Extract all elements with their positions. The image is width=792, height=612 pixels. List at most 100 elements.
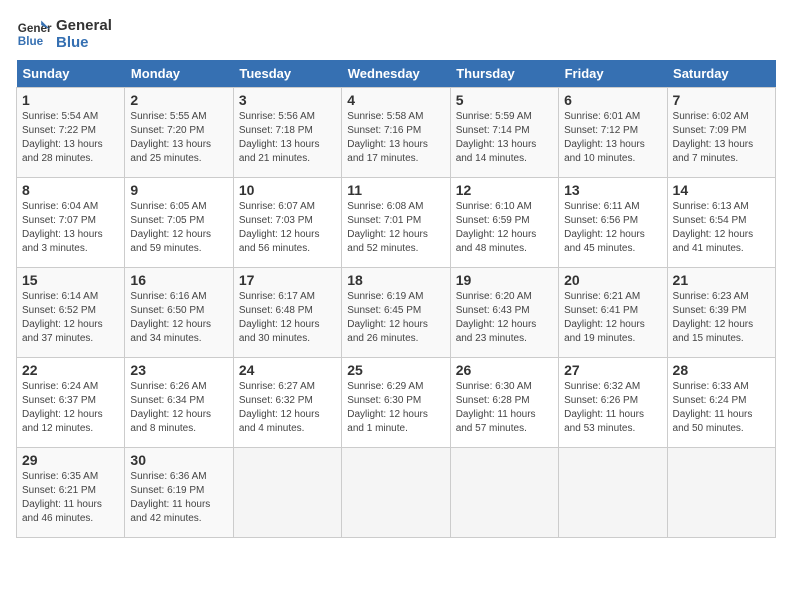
day-number: 5 <box>456 92 553 108</box>
day-number: 15 <box>22 272 119 288</box>
table-row <box>450 448 558 538</box>
logo-icon: General Blue <box>16 16 52 52</box>
day-number: 20 <box>564 272 661 288</box>
header-sunday: Sunday <box>17 60 125 88</box>
day-number: 14 <box>673 182 770 198</box>
day-number: 4 <box>347 92 444 108</box>
day-info: Sunrise: 5:54 AMSunset: 7:22 PMDaylight:… <box>22 110 119 166</box>
table-row <box>342 448 450 538</box>
day-info: Sunrise: 6:04 AMSunset: 7:07 PMDaylight:… <box>22 200 119 256</box>
day-number: 18 <box>347 272 444 288</box>
day-info: Sunrise: 6:26 AMSunset: 6:34 PMDaylight:… <box>130 380 227 436</box>
day-info: Sunrise: 6:30 AMSunset: 6:28 PMDaylight:… <box>456 380 553 436</box>
table-row: 11Sunrise: 6:08 AMSunset: 7:01 PMDayligh… <box>342 178 450 268</box>
day-info: Sunrise: 6:16 AMSunset: 6:50 PMDaylight:… <box>130 290 227 346</box>
table-row: 12 Sunrise: 6:10 AMSunset: 6:59 PMDayligh… <box>450 178 558 268</box>
calendar-week-row: 1 Sunrise: 5:54 AMSunset: 7:22 PMDaylight… <box>17 88 776 178</box>
table-row: 10 Sunrise: 6:07 AMSunset: 7:03 PMDayligh… <box>233 178 341 268</box>
table-row: 16Sunrise: 6:16 AMSunset: 6:50 PMDayligh… <box>125 268 233 358</box>
day-info: Sunrise: 6:23 AMSunset: 6:39 PMDaylight:… <box>673 290 770 346</box>
day-number: 8 <box>22 182 119 198</box>
day-info: Sunrise: 6:02 AMSunset: 7:09 PMDaylight:… <box>673 110 770 166</box>
day-info: Sunrise: 6:17 AMSunset: 6:48 PMDaylight:… <box>239 290 336 346</box>
day-info: Sunrise: 6:19 AMSunset: 6:45 PMDaylight:… <box>347 290 444 346</box>
day-number: 19 <box>456 272 553 288</box>
table-row: 7 Sunrise: 6:02 AMSunset: 7:09 PMDaylight… <box>667 88 775 178</box>
day-info: Sunrise: 6:11 AMSunset: 6:56 PMDaylight:… <box>564 200 661 256</box>
table-row: 14 Sunrise: 6:13 AMSunset: 6:54 PMDayligh… <box>667 178 775 268</box>
table-row: 25 Sunrise: 6:29 AMSunset: 6:30 PMDayligh… <box>342 358 450 448</box>
table-row: 18 Sunrise: 6:19 AMSunset: 6:45 PMDayligh… <box>342 268 450 358</box>
day-number: 10 <box>239 182 336 198</box>
table-row: 30 Sunrise: 6:36 AMSunset: 6:19 PMDayligh… <box>125 448 233 538</box>
day-info: Sunrise: 6:13 AMSunset: 6:54 PMDaylight:… <box>673 200 770 256</box>
day-info: Sunrise: 6:24 AMSunset: 6:37 PMDaylight:… <box>22 380 119 436</box>
table-row: 13 Sunrise: 6:11 AMSunset: 6:56 PMDayligh… <box>559 178 667 268</box>
day-info: Sunrise: 6:32 AMSunset: 6:26 PMDaylight:… <box>564 380 661 436</box>
table-row: 1 Sunrise: 5:54 AMSunset: 7:22 PMDaylight… <box>17 88 125 178</box>
day-info: Sunrise: 5:56 AMSunset: 7:18 PMDaylight:… <box>239 110 336 166</box>
day-info: Sunrise: 6:36 AMSunset: 6:19 PMDaylight:… <box>130 470 227 526</box>
table-row <box>667 448 775 538</box>
day-info: Sunrise: 5:58 AMSunset: 7:16 PMDaylight:… <box>347 110 444 166</box>
day-number: 24 <box>239 362 336 378</box>
table-row: 5 Sunrise: 5:59 AMSunset: 7:14 PMDaylight… <box>450 88 558 178</box>
day-number: 30 <box>130 452 227 468</box>
table-row: 17Sunrise: 6:17 AMSunset: 6:48 PMDayligh… <box>233 268 341 358</box>
calendar-table: Sunday Monday Tuesday Wednesday Thursday… <box>16 60 776 538</box>
day-number: 21 <box>673 272 770 288</box>
day-number: 7 <box>673 92 770 108</box>
header-wednesday: Wednesday <box>342 60 450 88</box>
table-row: 23 Sunrise: 6:26 AMSunset: 6:34 PMDayligh… <box>125 358 233 448</box>
table-row: 19 Sunrise: 6:20 AMSunset: 6:43 PMDayligh… <box>450 268 558 358</box>
day-number: 1 <box>22 92 119 108</box>
logo: General Blue General Blue <box>16 16 112 52</box>
calendar-header-row: Sunday Monday Tuesday Wednesday Thursday… <box>17 60 776 88</box>
table-row: 28Sunrise: 6:33 AMSunset: 6:24 PMDayligh… <box>667 358 775 448</box>
calendar-week-row: 15 Sunrise: 6:14 AMSunset: 6:52 PMDayligh… <box>17 268 776 358</box>
header-monday: Monday <box>125 60 233 88</box>
day-info: Sunrise: 6:21 AMSunset: 6:41 PMDaylight:… <box>564 290 661 346</box>
svg-text:Blue: Blue <box>18 35 44 48</box>
table-row: 6 Sunrise: 6:01 AMSunset: 7:12 PMDaylight… <box>559 88 667 178</box>
day-info: Sunrise: 6:14 AMSunset: 6:52 PMDaylight:… <box>22 290 119 346</box>
table-row: 4 Sunrise: 5:58 AMSunset: 7:16 PMDaylight… <box>342 88 450 178</box>
header-tuesday: Tuesday <box>233 60 341 88</box>
table-row <box>559 448 667 538</box>
day-number: 25 <box>347 362 444 378</box>
table-row: 29 Sunrise: 6:35 AMSunset: 6:21 PMDayligh… <box>17 448 125 538</box>
day-number: 28 <box>673 362 770 378</box>
table-row: 2 Sunrise: 5:55 AMSunset: 7:20 PMDaylight… <box>125 88 233 178</box>
day-info: Sunrise: 5:55 AMSunset: 7:20 PMDaylight:… <box>130 110 227 166</box>
calendar-week-row: 22 Sunrise: 6:24 AMSunset: 6:37 PMDayligh… <box>17 358 776 448</box>
day-number: 13 <box>564 182 661 198</box>
day-number: 3 <box>239 92 336 108</box>
day-info: Sunrise: 6:20 AMSunset: 6:43 PMDaylight:… <box>456 290 553 346</box>
day-number: 2 <box>130 92 227 108</box>
table-row: 3 Sunrise: 5:56 AMSunset: 7:18 PMDaylight… <box>233 88 341 178</box>
svg-text:General: General <box>18 22 52 35</box>
day-number: 9 <box>130 182 227 198</box>
day-info: Sunrise: 6:07 AMSunset: 7:03 PMDaylight:… <box>239 200 336 256</box>
header-friday: Friday <box>559 60 667 88</box>
day-info: Sunrise: 6:29 AMSunset: 6:30 PMDaylight:… <box>347 380 444 436</box>
logo-text-blue: Blue <box>56 34 112 51</box>
table-row: 20 Sunrise: 6:21 AMSunset: 6:41 PMDayligh… <box>559 268 667 358</box>
day-info: Sunrise: 6:10 AMSunset: 6:59 PMDaylight:… <box>456 200 553 256</box>
day-number: 29 <box>22 452 119 468</box>
table-row: 21 Sunrise: 6:23 AMSunset: 6:39 PMDayligh… <box>667 268 775 358</box>
day-info: Sunrise: 5:59 AMSunset: 7:14 PMDaylight:… <box>456 110 553 166</box>
day-number: 27 <box>564 362 661 378</box>
table-row: 9Sunrise: 6:05 AMSunset: 7:05 PMDaylight… <box>125 178 233 268</box>
table-row: 22 Sunrise: 6:24 AMSunset: 6:37 PMDayligh… <box>17 358 125 448</box>
table-row: 26Sunrise: 6:30 AMSunset: 6:28 PMDayligh… <box>450 358 558 448</box>
day-number: 22 <box>22 362 119 378</box>
header-saturday: Saturday <box>667 60 775 88</box>
table-row: 24Sunrise: 6:27 AMSunset: 6:32 PMDayligh… <box>233 358 341 448</box>
day-info: Sunrise: 6:35 AMSunset: 6:21 PMDaylight:… <box>22 470 119 526</box>
day-number: 23 <box>130 362 227 378</box>
day-number: 12 <box>456 182 553 198</box>
day-info: Sunrise: 6:01 AMSunset: 7:12 PMDaylight:… <box>564 110 661 166</box>
calendar-week-row: 8 Sunrise: 6:04 AMSunset: 7:07 PMDaylight… <box>17 178 776 268</box>
day-number: 6 <box>564 92 661 108</box>
